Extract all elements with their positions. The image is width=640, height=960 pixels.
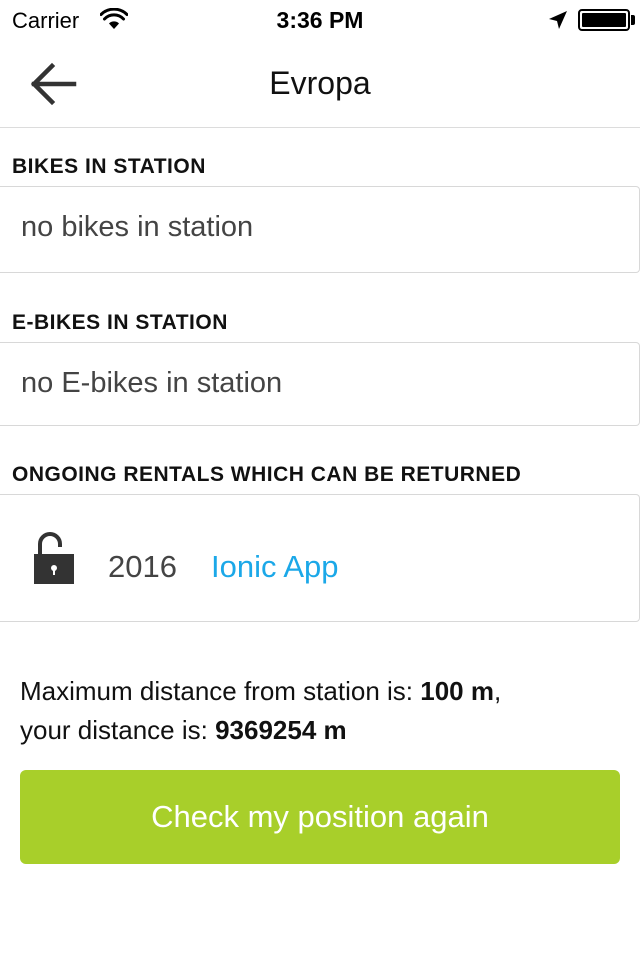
battery-icon: [578, 9, 630, 31]
battery-tip: [631, 15, 635, 25]
nav-header: Evropa: [0, 40, 640, 128]
your-distance-value: 9369254 m: [215, 715, 347, 745]
status-bar: Carrier 3:36 PM: [0, 0, 640, 40]
rentals-section-title: ONGOING RENTALS WHICH CAN BE RETURNED: [12, 463, 522, 486]
rental-app-link[interactable]: Ionic App: [211, 549, 339, 585]
rental-year: 2016: [108, 549, 177, 584]
ebikes-empty-text: no E-bikes in station: [21, 367, 283, 399]
your-distance-label: your distance is:: [20, 715, 216, 745]
bikes-section-title: BIKES IN STATION: [12, 155, 206, 178]
ebikes-section-title: E-BIKES IN STATION: [12, 311, 228, 334]
unlocked-lock-icon[interactable]: [32, 530, 76, 586]
status-time: 3:36 PM: [276, 7, 364, 33]
battery-level: [582, 13, 626, 27]
distance-info: Maximum distance from station is: 100 m,…: [20, 672, 620, 750]
max-distance-value: 100 m: [420, 676, 494, 706]
check-position-button[interactable]: Check my position again: [20, 770, 620, 864]
max-distance-suffix: ,: [493, 676, 502, 706]
max-distance-label: Maximum distance from station is:: [20, 676, 421, 706]
location-arrow-icon: [549, 11, 567, 29]
bikes-empty-text: no bikes in station: [21, 211, 254, 243]
page-title: Evropa: [269, 65, 371, 101]
